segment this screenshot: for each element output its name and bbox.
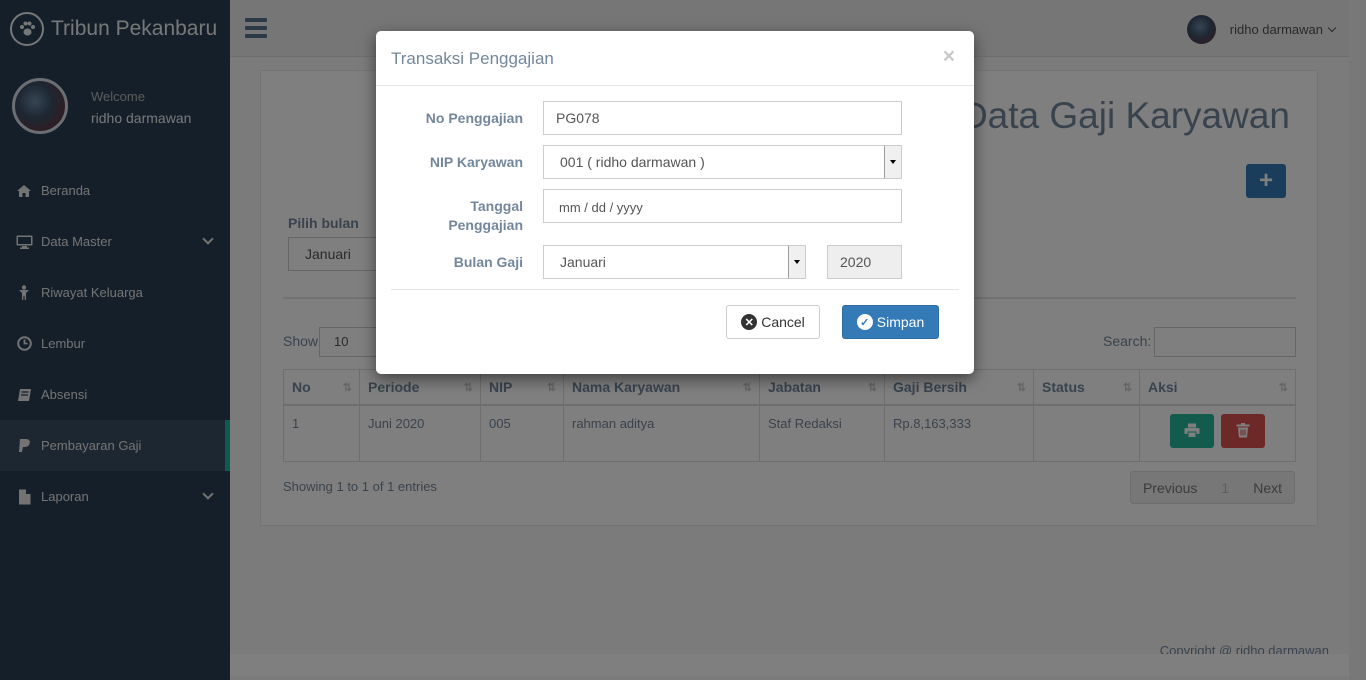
no-penggajian-input[interactable]: PG078 [543, 101, 902, 135]
chevron-down-icon [788, 246, 805, 278]
save-button[interactable]: ✓ Simpan [842, 305, 939, 339]
bulan-gaji-label: Bulan Gaji [453, 254, 523, 270]
nip-karyawan-value: 001 ( ridho darmawan ) [560, 154, 705, 170]
modal-header: Transaksi Penggajian × [376, 31, 974, 86]
close-circle-icon: ✕ [741, 314, 758, 330]
tahun-input: 2020 [827, 245, 902, 279]
nip-karyawan-label: NIP Karyawan [429, 154, 523, 170]
check-circle-icon: ✓ [856, 314, 873, 330]
transaction-modal: Transaksi Penggajian × No Penggajian PG0… [376, 31, 974, 374]
nip-karyawan-select[interactable]: 001 ( ridho darmawan ) [543, 145, 902, 179]
cancel-button[interactable]: ✕ Cancel [726, 305, 820, 339]
save-label: Simpan [876, 314, 925, 330]
no-penggajian-label: No Penggajian [425, 110, 523, 126]
close-icon[interactable]: × [943, 45, 955, 69]
bulan-gaji-value: Januari [560, 254, 606, 270]
cancel-label: Cancel [761, 314, 805, 330]
divider [391, 289, 959, 290]
bulan-gaji-select[interactable]: Januari [543, 245, 806, 279]
tanggal-penggajian-label: Tanggal Penggajian [448, 198, 523, 233]
tanggal-penggajian-input[interactable]: mm / dd / yyyy [543, 189, 902, 223]
chevron-down-icon [884, 146, 901, 178]
modal-title: Transaksi Penggajian [391, 49, 554, 68]
